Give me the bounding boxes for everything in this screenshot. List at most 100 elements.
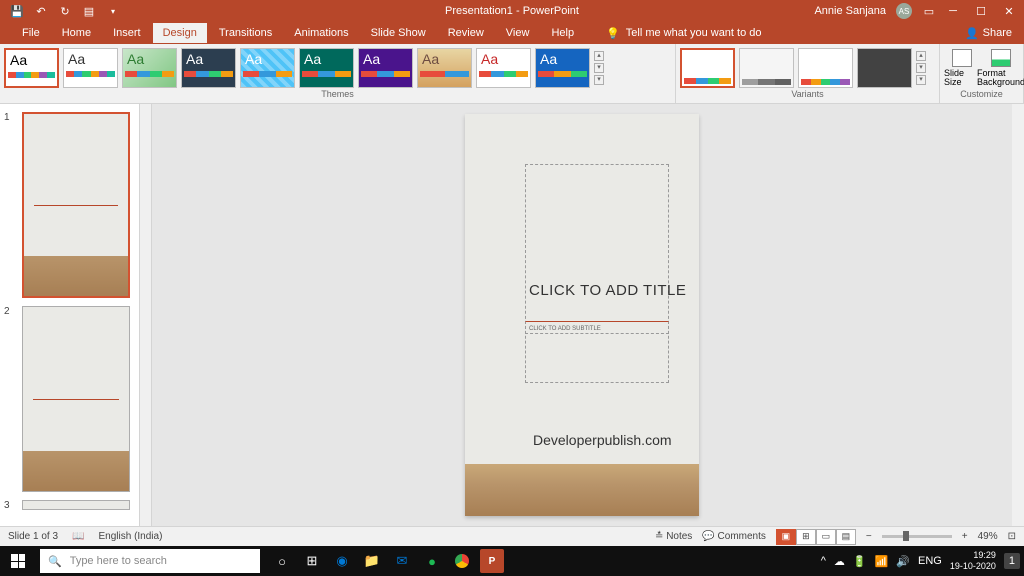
start-from-beginning-icon[interactable]: ▤ [82,4,96,18]
spellcheck-icon[interactable]: 📖 [72,531,84,542]
chrome-icon[interactable] [450,549,474,573]
tab-slideshow[interactable]: Slide Show [361,23,436,43]
theme-thumb-2[interactable]: Aa [63,48,118,88]
tab-view[interactable]: View [496,23,540,43]
ribbon-display-icon[interactable]: ▭ [922,4,936,18]
slideshow-view-button[interactable]: ▤ [836,529,856,545]
tab-help[interactable]: Help [541,23,584,43]
thumbnail-item-2: 2 [8,306,131,492]
share-icon: 👤 [965,27,979,40]
title-placeholder[interactable] [525,164,669,334]
zoom-slider[interactable] [882,535,952,538]
zoom-in-button[interactable]: + [962,531,968,542]
clock[interactable]: 19:29 19-10-2020 [950,550,996,572]
tray-expand-icon[interactable]: ^ [821,555,826,567]
themes-scroll-down-icon[interactable]: ▾ [594,63,604,73]
slide-canvas[interactable]: CLICK TO ADD TITLE CLICK TO ADD SUBTITLE… [465,114,699,516]
spotify-icon[interactable]: ● [420,549,444,573]
tab-file[interactable]: File [12,23,50,43]
themes-more-icon[interactable]: ▾ [594,75,604,85]
slide-thumbnail-3[interactable] [22,500,130,510]
tell-me-search[interactable]: 💡 Tell me what you want to do [606,27,761,40]
editor-scrollbar[interactable] [1012,104,1024,526]
tab-design[interactable]: Design [153,23,207,43]
notifications-icon[interactable]: 1 [1004,553,1020,569]
variants-group-label: Variants [680,89,935,101]
language-indicator[interactable]: English (India) [99,531,163,542]
variants-scroll-down-icon[interactable]: ▾ [916,63,926,73]
theme-thumb-4[interactable]: Aa [181,48,236,88]
close-button[interactable]: ✕ [1002,4,1016,18]
variants-more-icon[interactable]: ▾ [916,75,926,85]
redo-icon[interactable]: ↻ [58,4,72,18]
zoom-out-button[interactable]: − [866,531,872,542]
cloud-icon[interactable]: ☁ [834,555,845,568]
reading-view-button[interactable]: ▭ [816,529,836,545]
variant-thumb-2[interactable] [739,48,794,88]
wifi-icon[interactable]: 📶 [875,555,889,568]
start-button[interactable] [0,546,36,576]
variant-thumb-1[interactable] [680,48,735,88]
save-icon[interactable]: 💾 [10,4,24,18]
tab-transitions[interactable]: Transitions [209,23,282,43]
watermark-text: Developerpublish.com [533,432,672,448]
user-name[interactable]: Annie Sanjana [814,5,886,17]
notes-button[interactable]: ≛ Notes [655,531,692,542]
thumbnail-number: 1 [4,112,10,123]
fit-to-window-button[interactable]: ⊡ [1008,531,1016,542]
themes-scroll-up-icon[interactable]: ▴ [594,51,604,61]
ribbon-content: Aa Aa Aa Aa Aa Aa Aa Aa Aa Aa ▴ ▾ ▾ Them… [0,44,1024,104]
comments-button[interactable]: 💬 Comments [702,531,766,542]
theme-thumb-1[interactable]: Aa [4,48,59,88]
themes-gallery-expand: ▴ ▾ ▾ [594,51,606,85]
variants-gallery-expand: ▴ ▾ ▾ [916,51,928,85]
undo-icon[interactable]: ↶ [34,4,48,18]
search-icon: 🔍 [48,555,62,568]
minimize-button[interactable]: ─ [946,4,960,18]
battery-icon[interactable]: 🔋 [853,555,867,568]
theme-thumb-9[interactable]: Aa [476,48,531,88]
theme-thumb-7[interactable]: Aa [358,48,413,88]
explorer-icon[interactable]: 📁 [360,549,384,573]
theme-thumb-5[interactable]: Aa [240,48,295,88]
tab-review[interactable]: Review [438,23,494,43]
variant-thumb-4[interactable] [857,48,912,88]
lightbulb-icon: 💡 [606,27,620,40]
slide-thumbnail-2[interactable] [22,306,130,492]
thumbnail-scrollbar[interactable] [140,104,152,526]
normal-view-button[interactable]: ▣ [776,529,796,545]
tab-home[interactable]: Home [52,23,101,43]
taskbar-search[interactable]: 🔍 Type here to search [40,549,260,573]
mail-icon[interactable]: ✉ [390,549,414,573]
tab-insert[interactable]: Insert [103,23,151,43]
format-background-button[interactable]: Format Background [983,49,1019,87]
theme-thumb-8[interactable]: Aa [417,48,472,88]
share-button[interactable]: 👤 Share [965,27,1012,40]
theme-thumb-10[interactable]: Aa [535,48,590,88]
user-avatar[interactable]: AS [896,3,912,19]
variants-group: ▴ ▾ ▾ Variants [676,44,940,103]
themes-group-label: Themes [4,89,671,101]
slide-thumbnails-panel: 1 2 3 [0,104,140,526]
slide-size-button[interactable]: Slide Size [944,49,979,87]
variants-scroll-up-icon[interactable]: ▴ [916,51,926,61]
zoom-level[interactable]: 49% [978,531,998,542]
powerpoint-icon[interactable]: P [480,549,504,573]
slide-editor-area[interactable]: CLICK TO ADD TITLE CLICK TO ADD SUBTITLE… [152,104,1012,526]
customize-group: Slide Size Format Background Customize [940,44,1024,103]
theme-thumb-6[interactable]: Aa [299,48,354,88]
edge-icon[interactable]: ◉ [330,549,354,573]
variant-thumb-3[interactable] [798,48,853,88]
cortana-icon[interactable]: ○ [270,549,294,573]
title-placeholder-text: CLICK TO ADD TITLE [529,282,686,299]
qat-customize-icon[interactable]: ▾ [106,4,120,18]
language-tray[interactable]: ENG [918,555,942,567]
volume-icon[interactable]: 🔊 [896,555,910,568]
sorter-view-button[interactable]: ⊞ [796,529,816,545]
maximize-button[interactable]: ☐ [974,4,988,18]
slide-counter[interactable]: Slide 1 of 3 [8,531,58,542]
theme-thumb-3[interactable]: Aa [122,48,177,88]
task-view-icon[interactable]: ⊞ [300,549,324,573]
tab-animations[interactable]: Animations [284,23,358,43]
slide-thumbnail-1[interactable] [22,112,130,298]
